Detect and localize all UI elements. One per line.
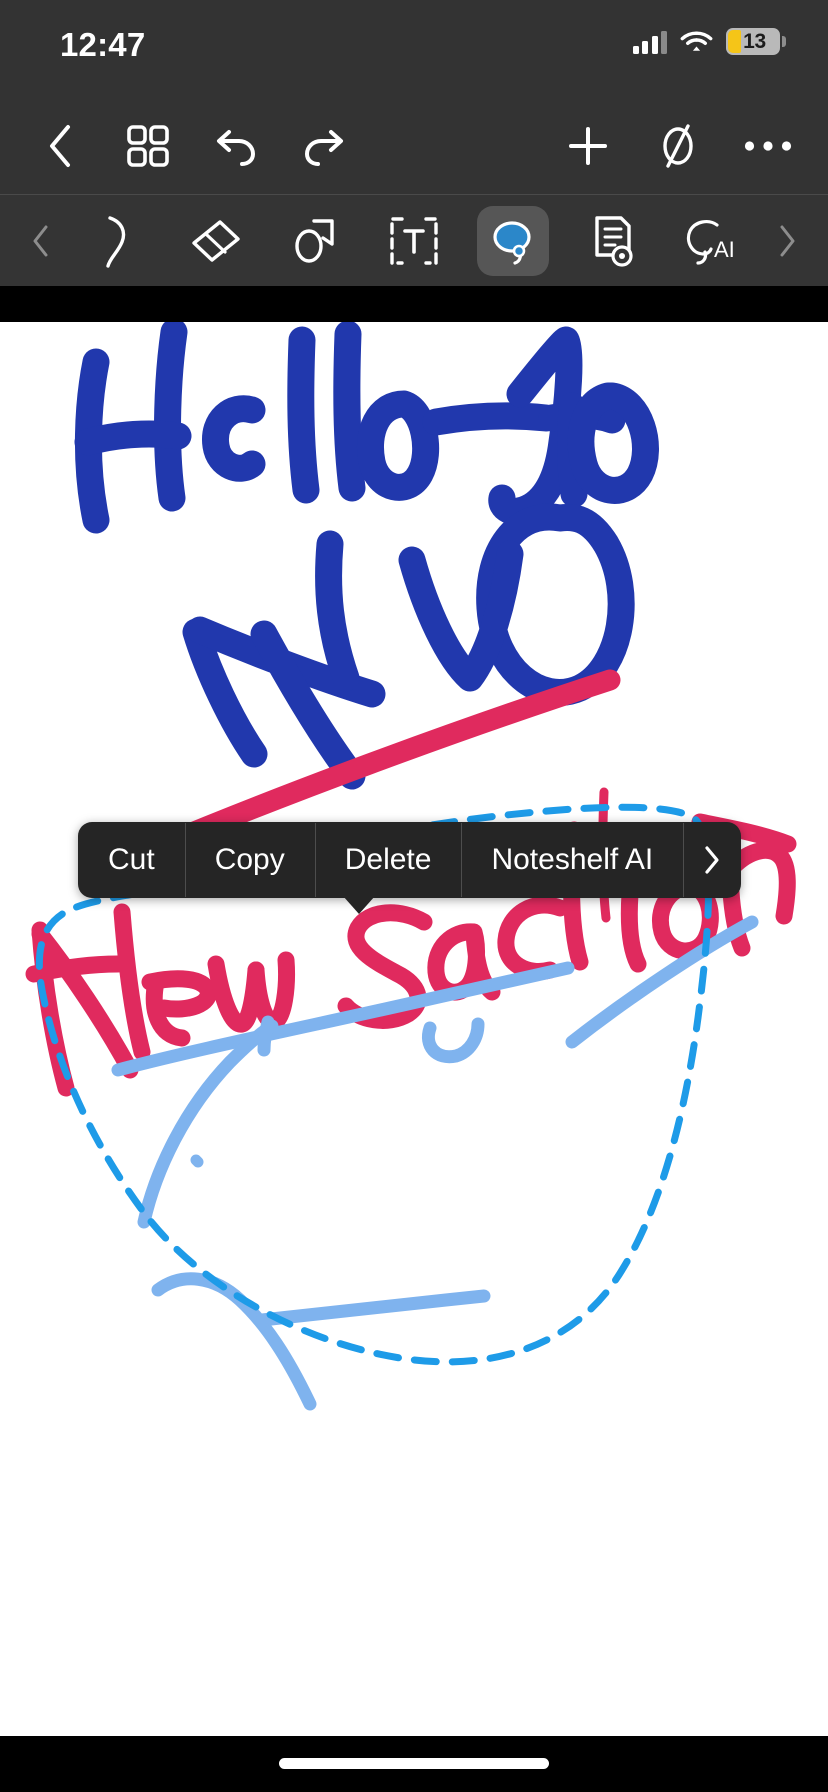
text-tool[interactable]	[378, 206, 450, 276]
noteshelf-ai-menu-item[interactable]: Noteshelf AI	[461, 822, 683, 898]
note-canvas[interactable]	[0, 322, 828, 1736]
canvas-top-black-band	[0, 286, 828, 322]
status-indicators: 13	[632, 28, 786, 55]
selection-context-menu: Cut Copy Delete Noteshelf AI	[78, 822, 742, 898]
lasso-icon	[493, 220, 531, 265]
battery-level: 13	[743, 29, 766, 53]
undo-arrow-icon	[217, 130, 256, 166]
context-menu-pointer	[343, 896, 375, 914]
cut-menu-item[interactable]: Cut	[78, 822, 185, 898]
chevron-left-icon	[33, 225, 48, 256]
lasso-select-tool[interactable]	[477, 205, 550, 276]
pen-nib-icon	[106, 215, 125, 268]
undo-button[interactable]	[210, 117, 262, 175]
wifi-icon	[680, 31, 713, 51]
status-time: 12:47	[60, 26, 146, 63]
tool-bar: AI	[0, 194, 828, 286]
chevron-right-icon	[705, 846, 719, 874]
circle-slash-icon	[663, 124, 693, 168]
toolbar-scroll-left-button[interactable]	[20, 224, 62, 258]
svg-text:AI: AI	[714, 237, 735, 262]
plus-icon	[569, 127, 607, 165]
document-lines-icon	[595, 215, 633, 267]
status-bar: 12:47 13	[0, 0, 828, 98]
text-box-icon	[390, 216, 438, 265]
note-tool[interactable]	[577, 206, 649, 276]
handwriting-second-line-strokes	[182, 503, 635, 790]
toolbar-scroll-right-button[interactable]	[766, 224, 808, 258]
handwriting-hello-strokes	[74, 322, 659, 534]
tool-list: AI	[62, 205, 766, 276]
redo-button[interactable]	[298, 117, 350, 175]
battery-icon: 13	[726, 28, 786, 55]
eraser-icon	[192, 219, 240, 262]
copy-menu-item[interactable]: Copy	[184, 822, 315, 898]
back-button[interactable]	[34, 117, 86, 175]
ai-tool[interactable]: AI	[676, 206, 748, 276]
cellular-signal-icon	[632, 30, 667, 54]
nav-right-group	[562, 98, 794, 194]
shape-tool[interactable]	[279, 206, 351, 276]
chevron-right-icon	[780, 225, 795, 256]
grid-squares-icon	[127, 125, 169, 167]
ellipsis-icon	[744, 141, 792, 151]
context-menu-more-button[interactable]	[683, 822, 741, 898]
eraser-tool[interactable]	[179, 206, 251, 276]
sketch-dot	[190, 1154, 204, 1168]
shapes-icon	[294, 218, 334, 263]
pen-tool[interactable]	[80, 206, 152, 276]
lasso-ai-icon: AI	[687, 219, 735, 265]
nav-left-group	[34, 98, 350, 194]
page-grid-button[interactable]	[122, 117, 174, 175]
top-nav-bar	[0, 98, 828, 194]
redo-arrow-icon	[304, 130, 343, 166]
phone-screen: 12:47 13 AI Cut Copy Delete Noteshelf AI	[0, 0, 828, 1792]
home-indicator-area	[0, 1736, 828, 1792]
add-button[interactable]	[562, 117, 614, 175]
more-options-button[interactable]	[742, 117, 794, 175]
delete-menu-item[interactable]: Delete	[314, 822, 462, 898]
no-fill-button[interactable]	[652, 117, 704, 175]
chevron-left-icon	[50, 125, 70, 167]
home-indicator[interactable]	[279, 1758, 549, 1769]
